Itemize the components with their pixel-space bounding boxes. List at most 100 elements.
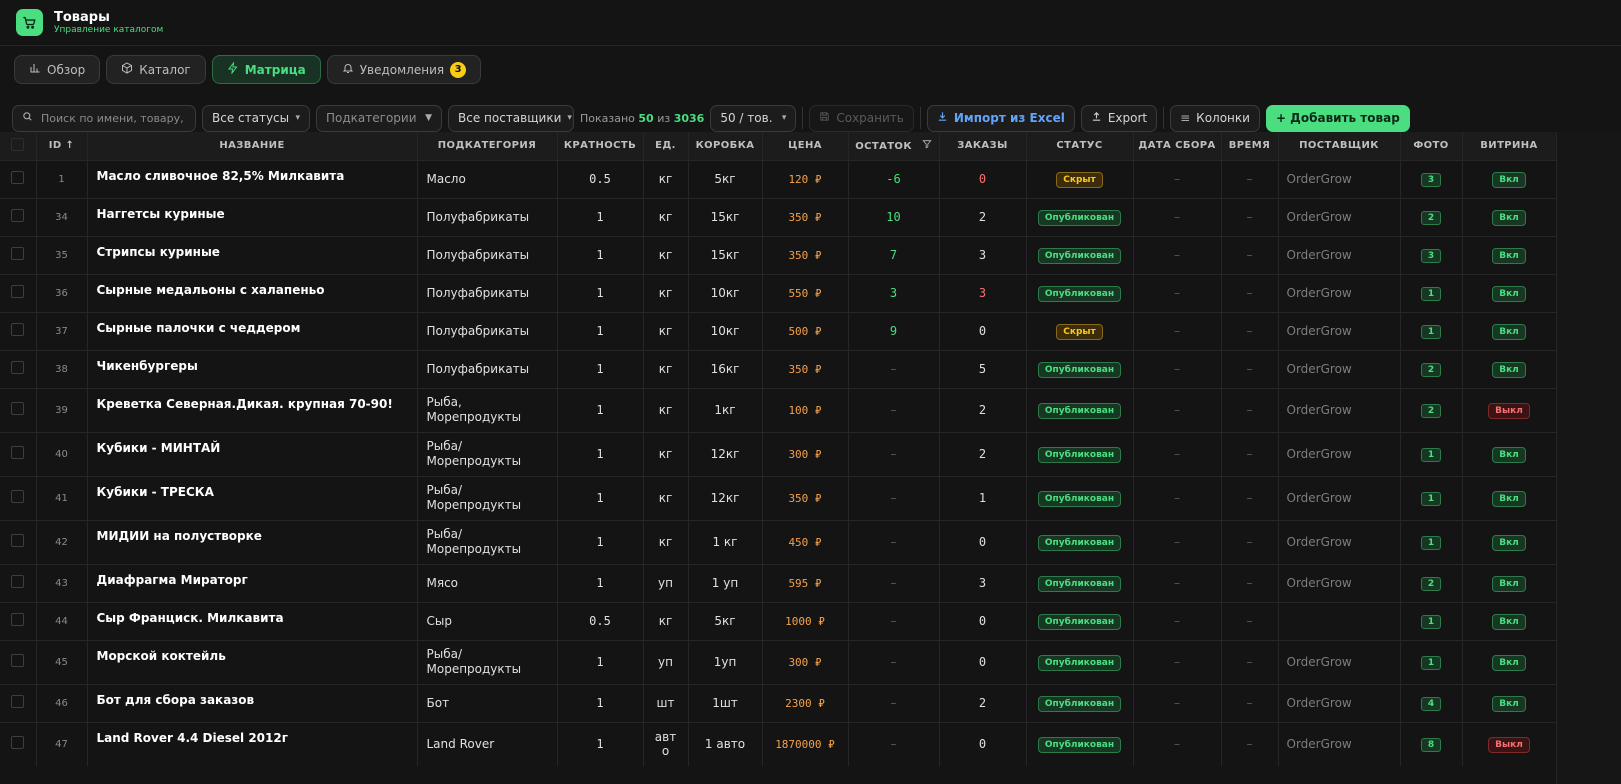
cell-showcase[interactable]: Вкл <box>1462 349 1556 388</box>
cell-unit[interactable]: кг <box>643 197 689 236</box>
status-badge[interactable]: Опубликован <box>1037 361 1122 378</box>
photo-count-badge[interactable]: 1 <box>1421 492 1441 506</box>
cell-name[interactable]: Сыр Франциск. Милкавита <box>87 601 418 640</box>
showcase-toggle[interactable]: Вкл <box>1492 209 1526 226</box>
table-row[interactable]: 1 Масло сливочное 82,5% Милкавита Масло … <box>0 159 1556 198</box>
cell-time[interactable]: – <box>1221 639 1279 684</box>
showcase-toggle[interactable]: Вкл <box>1492 285 1526 302</box>
table-row[interactable]: 38 Чикенбургеры Полуфабрикаты 1 кг 16кг … <box>0 349 1556 388</box>
column-header-showcase[interactable]: ВИТРИНА <box>1462 132 1556 160</box>
cell-time[interactable]: – <box>1221 197 1279 236</box>
cell-price[interactable]: 350 ₽ <box>762 349 849 388</box>
cell-unit[interactable]: кг <box>643 311 689 350</box>
cell-date[interactable]: – <box>1133 387 1222 432</box>
cell-photo[interactable]: 2 <box>1400 349 1463 388</box>
cell-supplier[interactable]: OrderGrow <box>1278 683 1401 722</box>
cell-stock[interactable]: 9 <box>848 311 940 350</box>
tab-notifications[interactable]: Уведомления 3 <box>326 55 482 84</box>
cell-unit[interactable]: кг <box>643 387 689 432</box>
showcase-toggle[interactable]: Вкл <box>1492 490 1526 507</box>
table-row[interactable]: 36 Сырные медальоны с халапеньо Полуфабр… <box>0 273 1556 312</box>
status-badge[interactable]: Опубликован <box>1037 490 1122 507</box>
cell-time[interactable]: – <box>1221 235 1279 274</box>
cell-box[interactable]: 1шт <box>688 683 763 722</box>
cell-box[interactable]: 12кг <box>688 431 763 476</box>
cell-time[interactable]: – <box>1221 273 1279 312</box>
cell-name[interactable]: Бот для сбора заказов <box>87 683 418 722</box>
cell-time[interactable]: – <box>1221 475 1279 520</box>
column-header-unit[interactable]: ЕД. <box>643 132 689 160</box>
photo-count-badge[interactable]: 2 <box>1421 577 1441 591</box>
cell-price[interactable]: 300 ₽ <box>762 639 849 684</box>
cell-date[interactable]: – <box>1133 519 1222 564</box>
cell-photo[interactable]: 1 <box>1400 311 1463 350</box>
cell-box[interactable]: 1уп <box>688 639 763 684</box>
cell-stock[interactable]: – <box>848 431 940 476</box>
cell-status[interactable]: Скрыт <box>1026 159 1134 198</box>
cell-subcategory[interactable]: Масло <box>417 159 558 198</box>
row-checkbox[interactable] <box>0 639 37 684</box>
photo-count-badge[interactable]: 8 <box>1421 738 1441 753</box>
cell-price[interactable]: 595 ₽ <box>762 563 849 602</box>
column-header-stock[interactable]: ОСТАТОК <box>848 132 940 160</box>
showcase-toggle[interactable]: Вкл <box>1492 534 1526 551</box>
photo-count-badge[interactable]: 1 <box>1421 287 1441 301</box>
cell-supplier[interactable]: OrderGrow <box>1278 431 1401 476</box>
showcase-toggle[interactable]: Вкл <box>1492 613 1526 630</box>
cell-status[interactable]: Опубликован <box>1026 601 1134 640</box>
table-row[interactable]: 47 Land Rover 4.4 Diesel 2012г Land Rove… <box>0 721 1556 766</box>
cell-showcase[interactable]: Вкл <box>1462 601 1556 640</box>
row-checkbox[interactable] <box>0 683 37 722</box>
cell-date[interactable]: – <box>1133 349 1222 388</box>
cell-photo[interactable]: 2 <box>1400 563 1463 602</box>
cell-name[interactable]: Сырные палочки с чеддером <box>87 311 418 350</box>
row-checkbox[interactable] <box>0 197 37 236</box>
cell-price[interactable]: 350 ₽ <box>762 475 849 520</box>
table-row[interactable]: 37 Сырные палочки с чеддером Полуфабрика… <box>0 311 1556 350</box>
cell-stock[interactable]: 7 <box>848 235 940 274</box>
cell-status[interactable]: Опубликован <box>1026 475 1134 520</box>
cell-time[interactable]: – <box>1221 601 1279 640</box>
cell-showcase[interactable]: Вкл <box>1462 519 1556 564</box>
status-badge[interactable]: Опубликован <box>1037 534 1122 551</box>
cell-unit[interactable]: кг <box>643 159 689 198</box>
cell-name[interactable]: Чикенбургеры <box>87 349 418 388</box>
cell-photo[interactable]: 3 <box>1400 159 1463 198</box>
status-badge[interactable]: Опубликован <box>1037 247 1122 264</box>
cell-time[interactable]: – <box>1221 563 1279 602</box>
cell-box[interactable]: 10кг <box>688 311 763 350</box>
cell-stock[interactable]: – <box>848 519 940 564</box>
cell-subcategory[interactable]: Полуфабрикаты <box>417 311 558 350</box>
cell-stock[interactable]: – <box>848 683 940 722</box>
cell-price[interactable]: 1000 ₽ <box>762 601 849 640</box>
cell-time[interactable]: – <box>1221 349 1279 388</box>
cell-name[interactable]: Стрипсы куриные <box>87 235 418 274</box>
cell-unit[interactable]: шт <box>643 683 689 722</box>
cell-unit[interactable]: авт о <box>643 721 689 766</box>
cell-photo[interactable]: 1 <box>1400 639 1463 684</box>
table-row[interactable]: 45 Морской коктейль Рыба/Морепродукты 1 … <box>0 639 1556 684</box>
table-row[interactable]: 43 Диафрагма Мираторг Мясо 1 уп 1 уп 595… <box>0 563 1556 602</box>
subcategory-filter-select[interactable]: Подкатегории ▼ <box>316 104 442 132</box>
cell-unit[interactable]: кг <box>643 349 689 388</box>
cell-unit[interactable]: кг <box>643 273 689 312</box>
showcase-toggle[interactable]: Вкл <box>1492 695 1526 712</box>
status-badge[interactable]: Опубликован <box>1037 446 1122 463</box>
cell-status[interactable]: Опубликован <box>1026 235 1134 274</box>
filter-icon[interactable] <box>922 140 932 152</box>
cell-time[interactable]: – <box>1221 721 1279 766</box>
cell-time[interactable]: – <box>1221 311 1279 350</box>
cell-subcategory[interactable]: Полуфабрикаты <box>417 273 558 312</box>
cell-photo[interactable]: 8 <box>1400 721 1463 766</box>
cell-supplier[interactable] <box>1278 601 1401 640</box>
cell-price[interactable]: 300 ₽ <box>762 431 849 476</box>
cell-photo[interactable]: 1 <box>1400 475 1463 520</box>
cell-showcase[interactable]: Выкл <box>1462 721 1556 766</box>
cell-date[interactable]: – <box>1133 431 1222 476</box>
column-header-supplier[interactable]: ПОСТАВЩИК <box>1278 132 1401 160</box>
cell-stock[interactable]: -6 <box>848 159 940 198</box>
showcase-toggle[interactable]: Выкл <box>1488 736 1530 753</box>
table-row[interactable]: 41 Кубики - ТРЕСКА Рыба/Морепродукты 1 к… <box>0 475 1556 520</box>
cell-supplier[interactable]: OrderGrow <box>1278 639 1401 684</box>
cell-showcase[interactable]: Вкл <box>1462 235 1556 274</box>
